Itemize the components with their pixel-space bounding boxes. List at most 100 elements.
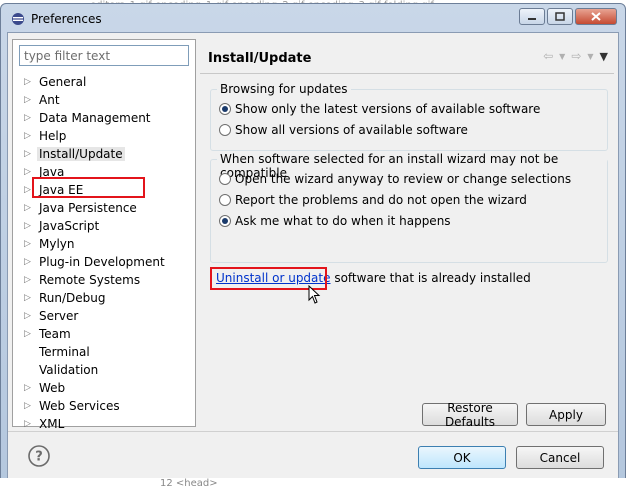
tree-item-run-debug[interactable]: ▷ Run/Debug xyxy=(13,289,195,307)
tree-item-label: Team xyxy=(39,327,71,341)
tree-item-label: General xyxy=(39,75,87,89)
expand-arrow-icon[interactable]: ▷ xyxy=(24,199,31,217)
expand-arrow-icon[interactable]: ▷ xyxy=(24,271,31,289)
expand-arrow-icon[interactable]: ▷ xyxy=(24,289,31,307)
radio-all-versions[interactable]: Show all versions of available software xyxy=(219,121,468,139)
radio-selected-dot xyxy=(222,106,228,112)
expand-arrow-icon[interactable]: ▷ xyxy=(24,253,31,271)
expand-arrow-icon[interactable]: ▷ xyxy=(24,73,31,91)
tree-item-label: Mylyn xyxy=(39,237,75,251)
radio-button[interactable] xyxy=(219,215,231,227)
apply-button[interactable]: Apply xyxy=(526,403,606,426)
tree-item-terminal[interactable]: Terminal xyxy=(13,343,195,361)
tree-item-web[interactable]: ▷ Web xyxy=(13,379,195,397)
radio-button[interactable] xyxy=(219,103,231,115)
expand-arrow-icon[interactable]: ▷ xyxy=(24,163,31,181)
browsing-group: Browsing for updates Show only the lates… xyxy=(210,82,608,151)
expand-arrow-icon[interactable]: ▷ xyxy=(24,181,31,199)
radio-report-problems[interactable]: Report the problems and do not open the … xyxy=(219,191,527,209)
tree-item-plug-in-development[interactable]: ▷ Plug-in Development xyxy=(13,253,195,271)
expand-arrow-icon[interactable]: ▷ xyxy=(24,145,31,163)
page-header: Install/Update ⇦ ▼ ⇨ ▼ ▼ xyxy=(200,39,614,73)
maximize-icon xyxy=(555,12,565,21)
back-dropdown-icon[interactable]: ▼ xyxy=(559,52,565,61)
mouse-cursor-icon xyxy=(308,285,321,304)
radio-button[interactable] xyxy=(219,194,231,206)
tree-item-label: Validation xyxy=(39,363,99,377)
highlight-box-install-update xyxy=(32,177,145,198)
preference-page: Install/Update ⇦ ▼ ⇨ ▼ ▼ Browsing for up… xyxy=(200,39,614,429)
expand-arrow-icon[interactable]: ▷ xyxy=(24,217,31,235)
tree-item-web-services[interactable]: ▷ Web Services xyxy=(13,397,195,415)
radio-button[interactable] xyxy=(219,124,231,136)
header-separator xyxy=(200,73,614,74)
browsing-group-title: Browsing for updates xyxy=(217,82,351,96)
tree-item-label: Run/Debug xyxy=(39,291,106,305)
view-menu-icon[interactable]: ▼ xyxy=(600,50,608,63)
window-controls xyxy=(519,8,617,25)
radio-label: Show all versions of available software xyxy=(235,123,468,137)
background-editor-line: 12 <head> xyxy=(0,478,629,492)
tree-item-validation[interactable]: Validation xyxy=(13,361,195,379)
cancel-button[interactable]: Cancel xyxy=(516,446,604,469)
close-icon xyxy=(591,12,601,21)
forward-dropdown-icon[interactable]: ▼ xyxy=(587,52,593,61)
tree-item-label: Remote Systems xyxy=(39,273,141,287)
radio-open-wizard[interactable]: Open the wizard anyway to review or chan… xyxy=(219,170,571,188)
expand-arrow-icon[interactable]: ▷ xyxy=(24,127,31,145)
tree-item-label: Server xyxy=(39,309,79,323)
expand-arrow-icon[interactable]: ▷ xyxy=(24,325,31,343)
tree-item-label: Data Management xyxy=(39,111,151,125)
tree-item-general[interactable]: ▷ General xyxy=(13,73,195,91)
link-suffix-text: software that is already installed xyxy=(330,271,531,285)
tree-item-label: JavaScript xyxy=(39,219,100,233)
restore-defaults-button[interactable]: Restore Defaults xyxy=(422,401,518,429)
help-icon[interactable]: ? xyxy=(28,445,50,467)
tree-item-mylyn[interactable]: ▷ Mylyn xyxy=(13,235,195,253)
radio-label: Ask me what to do when it happens xyxy=(235,214,451,228)
expand-arrow-icon[interactable]: ▷ xyxy=(24,91,31,109)
tree-item-ant[interactable]: ▷ Ant xyxy=(13,91,195,109)
back-arrow-icon[interactable]: ⇦ xyxy=(543,49,553,63)
tree-item-help[interactable]: ▷ Help xyxy=(13,127,195,145)
radio-label: Show only the latest versions of availab… xyxy=(235,102,541,116)
tree-item-java-persistence[interactable]: ▷ Java Persistence xyxy=(13,199,195,217)
svg-text:?: ? xyxy=(35,450,43,465)
tree-item-team[interactable]: ▷ Team xyxy=(13,325,195,343)
expand-arrow-icon[interactable]: ▷ xyxy=(24,397,31,415)
tree-item-label: XML xyxy=(39,417,65,431)
page-navigation: ⇦ ▼ ⇨ ▼ ▼ xyxy=(543,49,608,63)
tree-item-label: Web xyxy=(39,381,66,395)
page-title: Install/Update xyxy=(208,51,312,66)
tree-item-remote-systems[interactable]: ▷ Remote Systems xyxy=(13,271,195,289)
preference-tree-panel: ▷ General ▷ Ant ▷ Data Management ▷ Help ▷ Instal… xyxy=(12,39,196,431)
radio-label: Report the problems and do not open the … xyxy=(235,193,527,207)
radio-label: Open the wizard anyway to review or chan… xyxy=(235,172,572,186)
ok-button[interactable]: OK xyxy=(418,446,506,469)
preferences-window: Preferences ▷ General ▷ Ant ▷ Data Management… xyxy=(0,3,626,488)
tree-item-install-update[interactable]: ▷ Install/Update xyxy=(13,145,195,163)
radio-latest-versions[interactable]: Show only the latest versions of availab… xyxy=(219,100,540,118)
radio-button[interactable] xyxy=(219,173,231,185)
maximize-button[interactable] xyxy=(547,8,573,25)
expand-arrow-icon[interactable]: ▷ xyxy=(24,307,31,325)
tree-item-javascript[interactable]: ▷ JavaScript xyxy=(13,217,195,235)
compat-group: When software selected for an install wi… xyxy=(210,152,608,263)
radio-selected-dot xyxy=(222,218,228,224)
tree-item-label: Install/Update xyxy=(37,147,125,161)
title-bar[interactable]: Preferences xyxy=(1,4,625,34)
tree-item-data-management[interactable]: ▷ Data Management xyxy=(13,109,195,127)
tree-item-label: Plug-in Development xyxy=(39,255,165,269)
expand-arrow-icon[interactable]: ▷ xyxy=(24,235,31,253)
expand-arrow-icon[interactable]: ▷ xyxy=(24,379,31,397)
tree-item-label: Web Services xyxy=(39,399,120,413)
tree-item-server[interactable]: ▷ Server xyxy=(13,307,195,325)
bottom-separator xyxy=(8,431,618,432)
minimize-button[interactable] xyxy=(519,8,545,25)
forward-arrow-icon[interactable]: ⇨ xyxy=(571,49,581,63)
tree-item-label: Ant xyxy=(39,93,60,107)
filter-input[interactable] xyxy=(19,45,189,66)
radio-ask-me[interactable]: Ask me what to do when it happens xyxy=(219,212,451,230)
expand-arrow-icon[interactable]: ▷ xyxy=(24,109,31,127)
close-button[interactable] xyxy=(575,8,617,25)
